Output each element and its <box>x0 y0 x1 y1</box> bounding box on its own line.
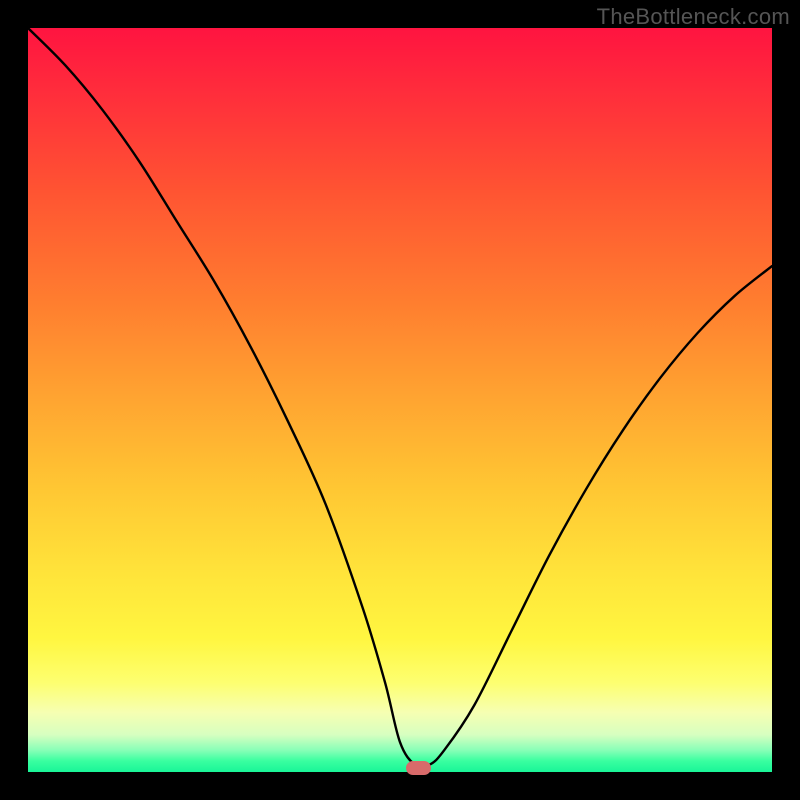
watermark-label: TheBottleneck.com <box>597 4 790 30</box>
chart-frame: TheBottleneck.com <box>0 0 800 800</box>
bottleneck-curve <box>28 28 772 772</box>
optimal-point-marker <box>406 761 431 775</box>
plot-area <box>28 28 772 772</box>
